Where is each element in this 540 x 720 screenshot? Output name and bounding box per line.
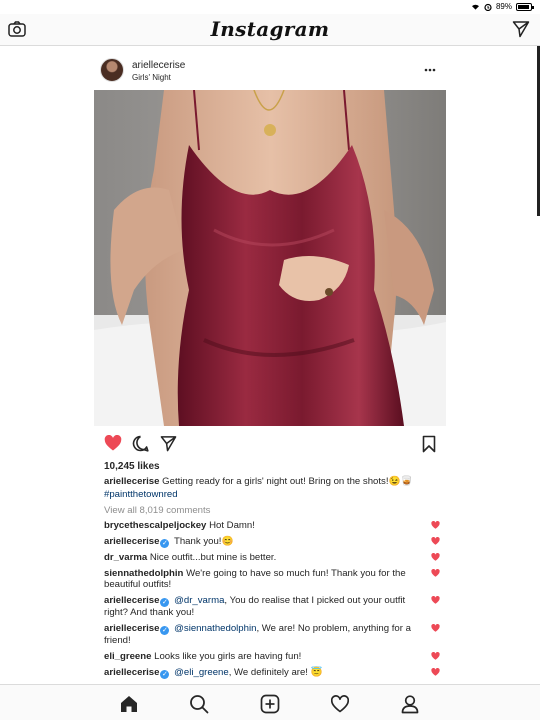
paper-plane-icon[interactable] — [512, 20, 530, 38]
caption-hashtag[interactable]: #paintthetownred — [104, 489, 178, 500]
verified-badge-icon: ✓ — [160, 538, 170, 548]
comment-like-heart-icon[interactable] — [431, 623, 440, 632]
comment-like-heart-icon[interactable] — [431, 521, 440, 529]
bottom-nav — [0, 684, 540, 720]
status-icons: 89% — [471, 2, 534, 11]
comment-text: Hot Damn! — [209, 520, 255, 531]
comment-bubble-icon[interactable] — [132, 435, 149, 452]
comment-username[interactable]: dr_varma — [104, 552, 147, 563]
comment-mention[interactable]: @eli_greene — [174, 667, 229, 678]
paper-plane-icon[interactable] — [160, 435, 177, 452]
comment-text: Nice outfit...but mine is better. — [149, 552, 277, 564]
post-username[interactable]: ariellecerise — [132, 60, 185, 71]
comment-item: ariellecerise ✓ Thank you!😊 — [104, 536, 444, 548]
alarm-icon — [484, 3, 492, 11]
comment-list: brycethescalpeljockey Hot Damn! ariellece… — [104, 520, 444, 683]
plus-square-icon[interactable] — [260, 694, 280, 714]
comment-item: eli_greene Looks like you girls are havi… — [104, 651, 444, 663]
status-bar: 89% — [0, 0, 540, 14]
post-location[interactable]: Girls' Night — [132, 73, 171, 82]
comment-mention[interactable]: @siennathedolphin — [174, 623, 256, 634]
battery-percent: 89% — [495, 2, 512, 11]
comment-item: siennathedolphin We're going to have so … — [104, 568, 444, 591]
comment-username[interactable]: brycethescalpeljockey — [104, 520, 206, 531]
comment-text: , We definitely are! 😇 — [228, 666, 323, 678]
person-icon[interactable] — [400, 694, 420, 714]
caption-username[interactable]: ariellecerise — [104, 476, 159, 487]
battery-icon — [516, 2, 534, 11]
comment-item: brycethescalpeljockey Hot Damn! — [104, 520, 444, 532]
wifi-icon — [471, 4, 479, 10]
comment-like-heart-icon[interactable] — [431, 553, 440, 561]
verified-badge-icon: ✓ — [160, 598, 170, 608]
comment-username[interactable]: ariellecerise — [104, 595, 159, 606]
feed-post: ariellecerise Girls' Night 10,245 likes … — [94, 56, 446, 679]
battery-fill — [518, 4, 529, 9]
post-photo[interactable] — [94, 90, 446, 426]
comment-item: ariellecerise ✓ @dr_varma, You do realise… — [104, 595, 444, 619]
heart-filled-icon[interactable] — [104, 435, 122, 451]
comment-username[interactable]: ariellecerise — [104, 667, 159, 678]
comment-username[interactable]: eli_greene — [104, 651, 151, 662]
comment-mention[interactable]: @dr_varma — [174, 595, 224, 606]
comment-item: ariellecerise ✓ @siennathedolphin, We are… — [104, 623, 444, 647]
heart-outline-icon[interactable] — [330, 694, 350, 714]
instagram-logo[interactable]: Instagram — [0, 17, 540, 41]
comment-item: dr_varma Nice outfit...but mine is bette… — [104, 552, 444, 564]
comment-text: Thank you!😊 — [173, 535, 234, 547]
post-header: ariellecerise Girls' Night — [94, 56, 446, 90]
avatar[interactable] — [100, 58, 124, 82]
like-count[interactable]: 10,245 likes — [104, 461, 160, 472]
verified-badge-icon: ✓ — [160, 625, 170, 635]
bookmark-icon[interactable] — [422, 435, 436, 453]
comment-username[interactable]: ariellecerise — [104, 623, 159, 634]
view-all-comments-link[interactable]: View all 8,019 comments — [104, 505, 210, 516]
verified-badge-icon: ✓ — [160, 669, 170, 679]
post-actions — [94, 432, 446, 458]
more-options-icon[interactable] — [424, 68, 436, 72]
comment-username[interactable]: ariellecerise — [104, 536, 159, 547]
comment-like-heart-icon[interactable] — [431, 596, 440, 604]
home-icon[interactable] — [119, 694, 139, 714]
search-icon[interactable] — [189, 694, 209, 714]
comment-text: Looks like you girls are having fun! — [154, 650, 302, 662]
top-nav: Instagram — [0, 14, 540, 46]
comment-like-heart-icon[interactable] — [431, 536, 440, 545]
comment-item: ariellecerise ✓ @eli_greene, We definitel… — [104, 667, 444, 679]
post-photo-image — [94, 90, 446, 426]
post-caption: ariellecerise Getting ready for a girls'… — [104, 476, 444, 501]
comment-like-heart-icon[interactable] — [431, 651, 440, 660]
comment-like-heart-icon[interactable] — [431, 667, 440, 676]
comment-username[interactable]: siennathedolphin — [104, 568, 183, 579]
comment-like-heart-icon[interactable] — [431, 568, 440, 577]
caption-text: Getting ready for a girls' night out! Br… — [162, 476, 413, 487]
